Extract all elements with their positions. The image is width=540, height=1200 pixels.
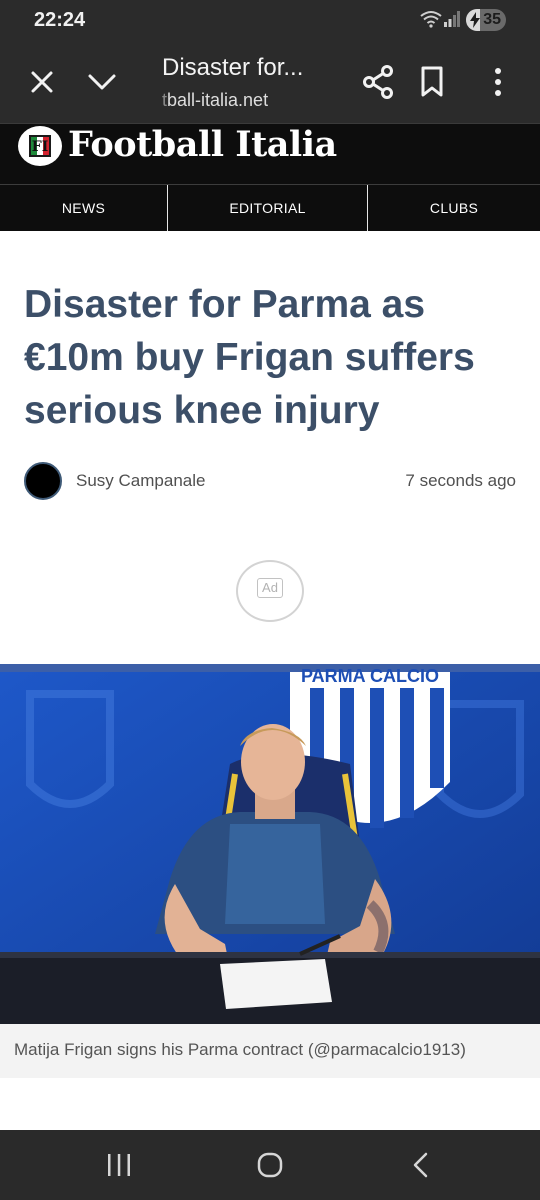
chevron-down-icon[interactable] bbox=[86, 66, 118, 98]
nav-tab-clubs[interactable]: CLUBS bbox=[368, 185, 540, 231]
site-logo-icon[interactable]: FI bbox=[18, 126, 62, 166]
photo-banner-text: PARMA CALCIO bbox=[301, 666, 439, 686]
close-icon[interactable] bbox=[26, 66, 58, 98]
battery-icon: 35 bbox=[466, 9, 506, 31]
home-icon[interactable] bbox=[257, 1152, 283, 1178]
battery-level: 35 bbox=[483, 11, 501, 28]
site-header: FI Football Italia bbox=[0, 124, 540, 184]
share-icon[interactable] bbox=[362, 64, 394, 100]
signal-icon bbox=[444, 11, 460, 32]
recents-icon[interactable] bbox=[106, 1154, 132, 1176]
publish-time: 7 seconds ago bbox=[405, 471, 516, 490]
browser-toolbar: Disaster for... tball-italia.net bbox=[0, 40, 540, 124]
ad-label: Ad bbox=[257, 578, 283, 598]
article-byline: Susy Campanale 7 seconds ago bbox=[24, 462, 516, 502]
photo-caption: Matija Frigan signs his Parma contract (… bbox=[0, 1024, 540, 1078]
article-photo[interactable]: PARMA CALCIO bbox=[0, 664, 540, 1024]
url-main-part: ball-italia.net bbox=[167, 90, 269, 110]
author-name[interactable]: Susy Campanale bbox=[76, 471, 205, 491]
back-icon[interactable] bbox=[410, 1152, 432, 1178]
article-headline: Disaster for Parma as €10m buy Frigan su… bbox=[24, 283, 475, 432]
nav-tab-editorial[interactable]: EDITORIAL bbox=[168, 185, 368, 231]
ad-placeholder: Ad bbox=[236, 560, 304, 622]
charging-bolt-icon bbox=[470, 12, 480, 28]
bookmark-icon[interactable] bbox=[418, 64, 446, 100]
page-title[interactable]: Disaster for... bbox=[162, 54, 332, 82]
status-time: 22:24 bbox=[34, 9, 86, 31]
site-logo-text[interactable]: Football Italia bbox=[68, 124, 337, 165]
status-bar: 22:24 35 bbox=[0, 0, 540, 40]
author-avatar[interactable] bbox=[24, 462, 62, 500]
logo-badge-text: FI bbox=[32, 139, 49, 155]
nav-tab-news[interactable]: NEWS bbox=[0, 185, 168, 231]
page-url[interactable]: tball-italia.net bbox=[162, 90, 268, 111]
photo-caption-text: Matija Frigan signs his Parma contract (… bbox=[14, 1040, 466, 1059]
system-nav-bar bbox=[0, 1130, 540, 1200]
site-nav: NEWS EDITORIAL CLUBS bbox=[0, 184, 540, 231]
wifi-icon bbox=[420, 10, 442, 33]
more-vert-icon[interactable] bbox=[488, 64, 508, 100]
